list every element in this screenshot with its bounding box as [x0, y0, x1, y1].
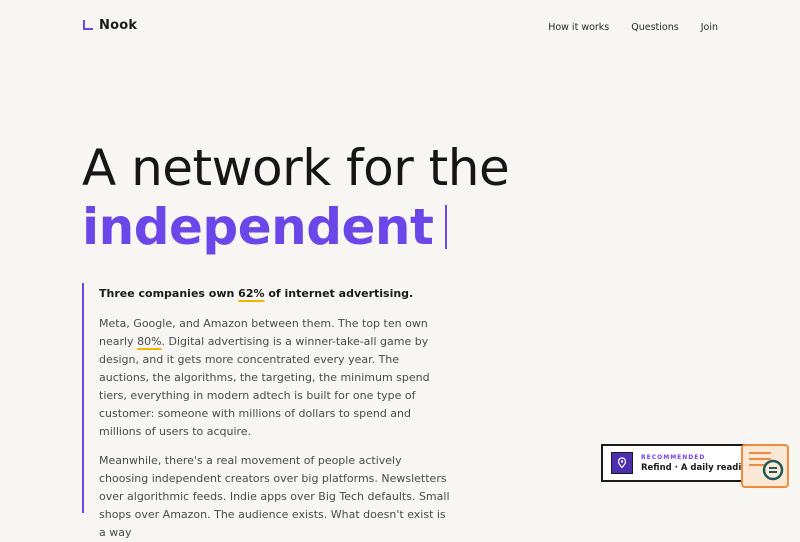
- article-blockquote: Three companies own 62% of internet adve…: [82, 283, 451, 539]
- hero-heading: A network for the independent: [82, 138, 510, 256]
- brand-name: Nook: [99, 18, 138, 33]
- p1-stat-highlight: 80%: [137, 335, 162, 348]
- typing-caret: [445, 205, 448, 249]
- top-nav: How it works Questions Join: [548, 22, 718, 33]
- brand-mark-icon: [83, 20, 93, 30]
- hero-line-1: A network for the: [82, 139, 510, 197]
- search-document-icon[interactable]: [741, 444, 789, 488]
- lead-stat-highlight: 62%: [238, 287, 265, 300]
- article-paragraph-2: Meanwhile, there's a real movement of pe…: [99, 454, 450, 539]
- hero-line-2: independent: [82, 198, 509, 256]
- location-pin-icon: [611, 452, 633, 474]
- brand-logo[interactable]: Nook: [83, 18, 137, 33]
- hero-highlight-word: independent: [82, 198, 434, 256]
- nav-link-questions[interactable]: Questions: [631, 22, 678, 33]
- lead-text-end: of internet advertising.: [264, 287, 414, 300]
- nav-link-join[interactable]: Join: [701, 22, 718, 33]
- magnifier-icon: [762, 459, 784, 481]
- lead-text: Three companies own: [99, 287, 239, 300]
- nav-link-how-it-works[interactable]: How it works: [548, 22, 609, 33]
- article-paragraph-1: Meta, Google, and Amazon between them. T…: [99, 315, 451, 441]
- article-lead: Three companies own 62% of internet adve…: [99, 287, 451, 301]
- p1-text-end: . Digital advertising is a winner-take-a…: [99, 335, 430, 438]
